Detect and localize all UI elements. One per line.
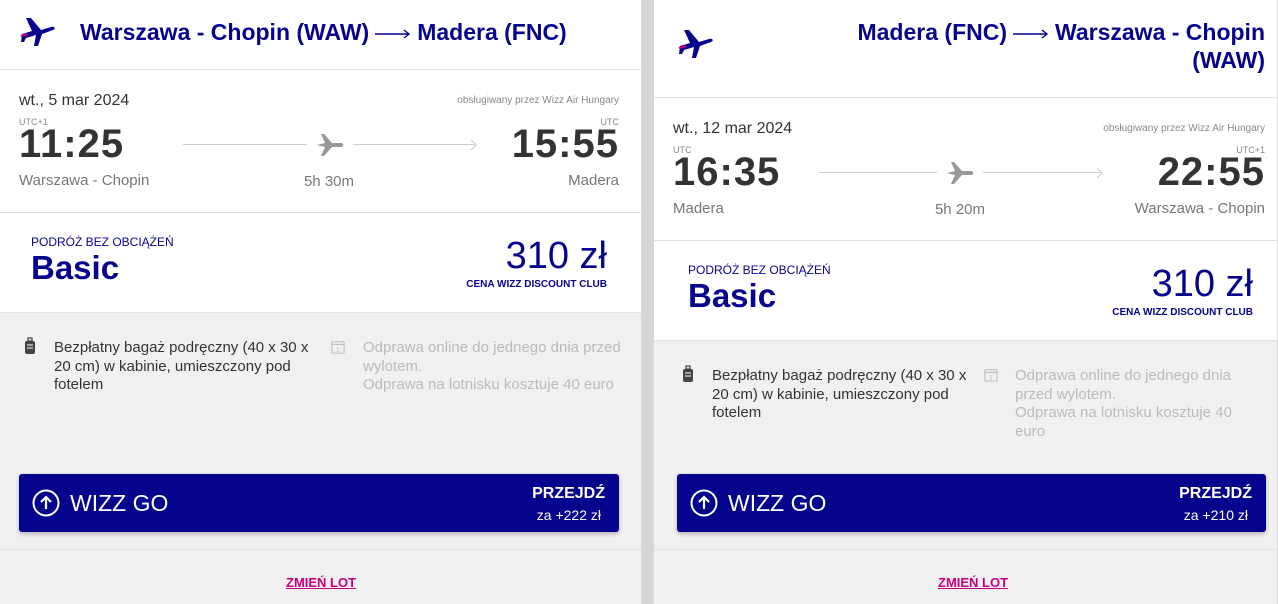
fare-tagline: PODRÓŻ BEZ OBCIĄŻEŃ	[688, 263, 831, 277]
calendar-icon: 1	[984, 369, 998, 382]
svg-text:1: 1	[336, 346, 340, 353]
fare-features: Bezpłatny bagaż podręczny (40 x 30 x 20 …	[654, 341, 1277, 473]
flight-date: wt., 5 mar 2024	[19, 92, 130, 109]
return-flight-card: Madera (FNC) Warszawa - Chopin (WAW) wt.,…	[654, 0, 1278, 604]
checkin-online-text: Odprawa online do jednego dnia przed wyl…	[1015, 367, 1231, 403]
calendar-icon: 1	[331, 341, 345, 354]
flight-date: wt., 12 mar 2024	[673, 120, 793, 137]
destination-airport: Madera (FNC)	[417, 19, 567, 45]
feature-cabin-bag: Bezpłatny bagaż podręczny (40 x 30 x 20 …	[712, 367, 967, 421]
outbound-header: Warszawa - Chopin (WAW) Madera (FNC)	[0, 0, 641, 70]
fare-tagline: PODRÓŻ BEZ OBCIĄŻEŃ	[31, 235, 174, 249]
arrival-time: 15:55	[511, 122, 619, 166]
route-title: Madera (FNC) Warszawa - Chopin (WAW)	[795, 18, 1265, 74]
wizz-go-upgrade-button[interactable]: WIZZ GO PRZEJDŹ za +222 zł	[19, 474, 619, 532]
airplane-small-icon	[317, 134, 344, 156]
flight-details: wt., 5 mar 2024 obsługiwany przez Wizz A…	[0, 70, 641, 213]
fare-price: 310 zł	[1151, 263, 1253, 305]
chevron-right-icon	[1096, 167, 1103, 179]
arrival-city: Madera	[568, 172, 619, 189]
route-title: Warszawa - Chopin (WAW) Madera (FNC)	[80, 18, 567, 46]
flight-duration: 5h 30m	[303, 173, 355, 190]
change-flight-link[interactable]: ZMIEŃ LOT	[286, 575, 356, 590]
flight-duration: 5h 20m	[934, 201, 986, 218]
operator-label: obsługiwany przez Wizz Air Hungary	[457, 95, 619, 106]
flight-track	[183, 132, 479, 156]
departure-time: 16:35	[673, 150, 781, 194]
outbound-flight-card: Warszawa - Chopin (WAW) Madera (FNC) wt.,…	[0, 0, 642, 604]
long-arrow-icon	[1013, 29, 1049, 39]
checkin-online-text: Odprawa online do jednego dnia przed wyl…	[363, 339, 621, 375]
chevron-right-icon	[470, 139, 477, 151]
discount-club-label: CENA WIZZ DISCOUNT CLUB	[466, 279, 607, 290]
origin-airport: Warszawa - Chopin (WAW)	[80, 19, 370, 45]
change-flight-link[interactable]: ZMIEŃ LOT	[938, 575, 1008, 590]
wizz-go-label: WIZZ GO	[728, 490, 827, 516]
checkin-airport-text: Odprawa na lotnisku kosztuje 40 euro	[1015, 404, 1232, 440]
feature-checkin: Odprawa online do jednego dnia przed wyl…	[363, 339, 633, 395]
departure-city: Madera	[673, 200, 724, 217]
arrival-city: Warszawa - Chopin	[1134, 200, 1265, 217]
departure-time: 11:25	[19, 122, 125, 166]
feature-cabin-bag: Bezpłatny bagaż podręczny (40 x 30 x 20 …	[54, 339, 309, 393]
luggage-icon	[683, 365, 693, 382]
luggage-icon	[25, 337, 35, 354]
fare-summary: PODRÓŻ BEZ OBCIĄŻEŃ Basic 310 zł CENA WI…	[654, 241, 1277, 341]
origin-airport: Madera (FNC)	[857, 19, 1007, 45]
airplane-icon	[20, 18, 55, 46]
arrow-up-circle-icon	[690, 489, 718, 517]
change-flight-bar: ZMIEŃ LOT	[654, 549, 1277, 604]
flight-details: wt., 12 mar 2024 obsługiwany przez Wizz …	[654, 98, 1277, 241]
discount-club-label: CENA WIZZ DISCOUNT CLUB	[1112, 307, 1253, 318]
feature-checkin: Odprawa online do jednego dnia przed wyl…	[1015, 367, 1255, 441]
destination-airport: Warszawa - Chopin (WAW)	[1055, 19, 1265, 73]
fare-features: Bezpłatny bagaż podręczny (40 x 30 x 20 …	[0, 313, 641, 473]
return-header: Madera (FNC) Warszawa - Chopin (WAW)	[654, 0, 1277, 98]
airplane-icon	[678, 30, 713, 58]
card-separator	[642, 0, 654, 604]
departure-city: Warszawa - Chopin	[19, 172, 150, 189]
wizz-go-price: za +210 zł	[1183, 507, 1248, 523]
fare-summary: PODRÓŻ BEZ OBCIĄŻEŃ Basic 310 zł CENA WI…	[0, 213, 641, 313]
fare-name: Basic	[31, 249, 120, 286]
wizz-go-label: WIZZ GO	[70, 490, 169, 516]
wizz-go-action: PRZEJDŹ	[1179, 485, 1252, 502]
fare-name: Basic	[688, 277, 777, 314]
wizz-go-action: PRZEJDŹ	[532, 485, 605, 502]
long-arrow-icon	[375, 29, 411, 39]
wizz-go-upgrade-button[interactable]: WIZZ GO PRZEJDŹ za +210 zł	[677, 474, 1266, 532]
operator-label: obsługiwany przez Wizz Air Hungary	[1103, 123, 1265, 134]
flight-track	[819, 160, 1105, 184]
arrival-time: 22:55	[1157, 150, 1265, 194]
wizz-go-price: za +222 zł	[536, 507, 601, 523]
fare-price: 310 zł	[505, 235, 607, 277]
svg-text:1: 1	[989, 374, 993, 381]
checkin-airport-text: Odprawa na lotnisku kosztuje 40 euro	[363, 376, 614, 393]
change-flight-bar: ZMIEŃ LOT	[0, 549, 641, 604]
airplane-small-icon	[947, 162, 974, 184]
flight-summary: Warszawa - Chopin (WAW) Madera (FNC) wt.,…	[0, 0, 1278, 604]
arrow-up-circle-icon	[32, 489, 60, 517]
